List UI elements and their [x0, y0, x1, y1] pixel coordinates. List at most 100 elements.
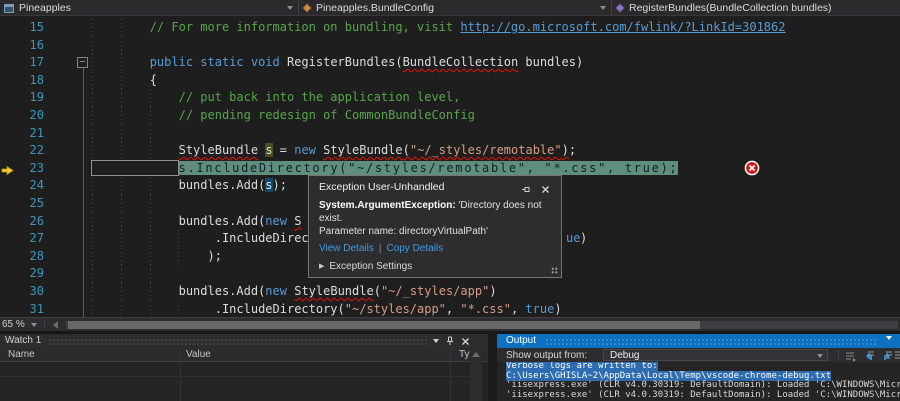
close-icon[interactable]	[461, 337, 470, 346]
clear-all-icon[interactable]	[894, 349, 900, 361]
code-token: new	[265, 284, 287, 298]
copy-details-link[interactable]: Copy Details	[386, 243, 443, 254]
breadcrumb-segment-1[interactable]: Pineapples	[0, 0, 299, 16]
code-token: StyleBundle	[294, 284, 373, 298]
code-token: "*.css"	[460, 302, 511, 316]
breadcrumb-segment-3[interactable]: RegisterBundles(BundleCollection bundles…	[612, 0, 900, 16]
scroll-up-arrow-icon[interactable]	[472, 352, 480, 357]
zoom-level-combo[interactable]: 65 %	[2, 318, 37, 331]
project-icon	[4, 4, 14, 13]
code-line-18[interactable]: 18 {	[0, 72, 900, 90]
exception-popup-title: Exception User-Unhandled	[319, 181, 445, 193]
code-token: "~/_styles/app"	[381, 284, 489, 298]
column-divider[interactable]	[180, 348, 181, 401]
code-token: );	[63, 249, 222, 263]
line-number: 29	[0, 265, 44, 282]
watch-column-header-value[interactable]: Value	[186, 348, 211, 362]
code-line-22[interactable]: 22 StyleBundle s = new StyleBundle("~/_s…	[0, 142, 900, 160]
code-token: )	[554, 302, 561, 316]
code-line-31[interactable]: 31 .IncludeDirectory("~/styles/app", "*.…	[0, 301, 900, 319]
code-token	[63, 161, 179, 175]
code-text: // pending redesign of CommonBundleConfi…	[63, 108, 475, 123]
output-log[interactable]: Verbose logs are written to:C:\Users\GHI…	[497, 362, 900, 401]
close-icon[interactable]	[541, 181, 550, 199]
code-token: ,	[511, 302, 525, 316]
watch-panel: Watch 1 NameValueType	[0, 331, 488, 401]
exception-message: System.ArgumentException: 'Directory doe…	[319, 199, 561, 238]
line-number: 28	[0, 248, 44, 265]
previous-message-icon[interactable]	[862, 349, 876, 361]
message-source-icon[interactable]	[844, 349, 858, 361]
resize-grip[interactable]	[551, 267, 558, 274]
exception-settings-label: Exception Settings	[329, 261, 412, 272]
code-token: new	[265, 214, 287, 228]
watch-panel-titlebar[interactable]: Watch 1	[0, 334, 488, 348]
output-source-dropdown[interactable]: Debug	[603, 349, 828, 361]
code-line-20[interactable]: 20 // pending redesign of CommonBundleCo…	[0, 107, 900, 125]
code-token: )	[562, 143, 569, 157]
exception-links: View Details | Copy Details	[319, 243, 443, 254]
code-token: ue	[566, 231, 580, 246]
code-token: BundleCollection	[403, 55, 519, 69]
code-text: );	[63, 249, 222, 264]
code-text: StyleBundle s = new StyleBundle("~/_styl…	[63, 143, 576, 158]
scroll-left-arrow-icon[interactable]	[53, 321, 58, 329]
code-line-19[interactable]: 19 // put back into the application leve…	[0, 89, 900, 107]
code-text: bundles.Add(new StyleBundle("~/_styles/a…	[63, 284, 497, 299]
watch-panel-title: Watch 1	[5, 335, 41, 346]
exception-message-line2: Parameter name: directoryVirtualPath'	[319, 226, 488, 237]
panel-splitter[interactable]	[488, 331, 497, 401]
watch-vertical-scrollbar[interactable]	[470, 348, 482, 401]
line-number: 22	[0, 142, 44, 159]
code-text: bundles.Add(new S	[63, 214, 301, 229]
code-line-15[interactable]: 15 // For more information on bundling, …	[0, 19, 900, 37]
pin-icon[interactable]	[446, 336, 454, 346]
code-token: .IncludeDirectory(	[63, 302, 345, 316]
output-source-value: Debug	[610, 350, 639, 361]
chevron-down-icon[interactable]	[600, 6, 606, 10]
column-divider[interactable]	[450, 348, 451, 401]
next-message-icon[interactable]	[880, 349, 894, 361]
code-text: s.IncludeDirectory("~/styles/remotable",…	[63, 161, 678, 176]
breadcrumb-label: RegisterBundles(BundleCollection bundles…	[629, 2, 832, 14]
code-token: true	[525, 302, 554, 316]
horizontal-scrollbar-thumb[interactable]	[68, 321, 700, 329]
output-panel-titlebar[interactable]: Output	[497, 334, 900, 348]
exception-settings-row[interactable]: ▶Exception Settings	[319, 261, 412, 272]
line-number: 26	[0, 213, 44, 230]
output-panel-title: Output	[506, 335, 536, 346]
code-line-17[interactable]: 17– public static void RegisterBundles(B…	[0, 54, 900, 72]
breadcrumb: PineapplesPineapples.BundleConfig Registe…	[0, 0, 900, 16]
chevron-down-icon[interactable]	[287, 6, 293, 10]
line-number: 25	[0, 195, 44, 212]
watch-grid-header[interactable]: NameValueType	[0, 348, 488, 362]
breadcrumb-segment-2[interactable]: Pineapples.BundleConfig	[299, 0, 612, 16]
code-token: (	[403, 143, 410, 157]
indent-guide	[92, 125, 93, 143]
horizontal-scrollbar-track[interactable]	[66, 321, 898, 329]
window-menu-icon[interactable]	[433, 339, 439, 343]
code-token: s	[179, 161, 188, 175]
watch-grid[interactable]: NameValueType	[0, 348, 488, 401]
code-line-30[interactable]: 30 bundles.Add(new StyleBundle("~/_style…	[0, 283, 900, 301]
code-line-16[interactable]: 16	[0, 37, 900, 55]
code-token: RegisterBundles(	[287, 55, 403, 69]
output-panel: Output Show output from: Debug	[497, 331, 900, 401]
code-text: .IncludeDirectory("~/styles/app", "*.css…	[63, 302, 562, 317]
view-details-link[interactable]: View Details	[319, 243, 374, 254]
output-line[interactable]: 'iisexpress.exe' (CLR v4.0.30319: Defaul…	[497, 391, 900, 401]
chevron-down-icon	[31, 323, 37, 327]
code-line-21[interactable]: 21	[0, 125, 900, 143]
titlebar-drag-texture	[48, 338, 428, 345]
watch-column-header-name[interactable]: Name	[8, 348, 35, 362]
link-separator: |	[379, 243, 382, 254]
indent-guide	[121, 125, 122, 143]
code-token: =	[273, 143, 295, 157]
code-token	[63, 143, 179, 157]
code-text: // put back into the application level,	[63, 90, 460, 105]
code-token: )	[489, 284, 496, 298]
pin-icon[interactable]	[521, 181, 531, 199]
code-token: bundles.Add(	[63, 284, 265, 298]
window-menu-icon[interactable]	[886, 336, 892, 340]
line-number: 16	[0, 37, 44, 54]
